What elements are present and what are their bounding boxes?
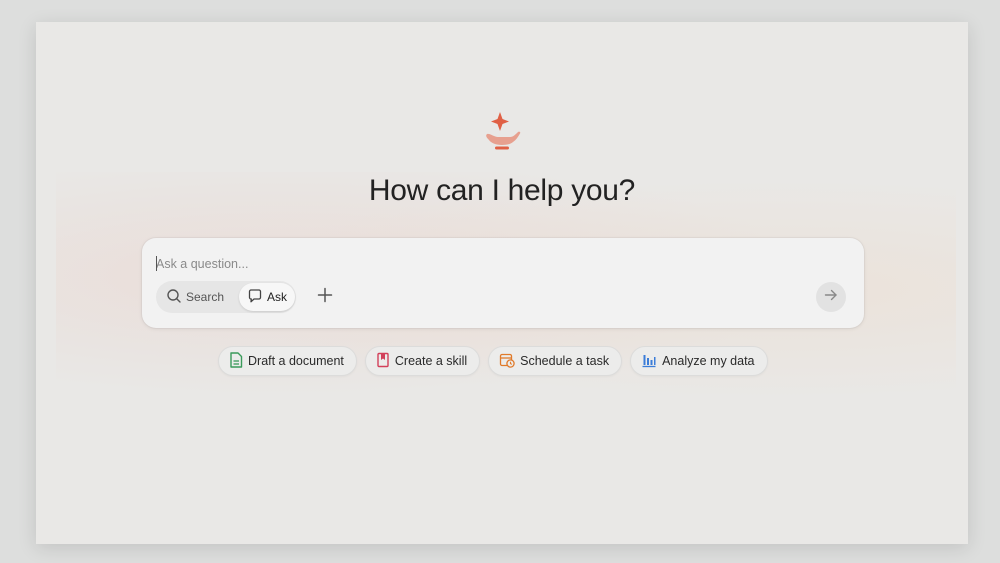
genie-lamp-logo-icon bbox=[478, 110, 526, 156]
search-mode-label: Search bbox=[186, 290, 225, 304]
schedule-task-chip[interactable]: Schedule a task bbox=[488, 346, 623, 376]
search-icon bbox=[166, 288, 182, 307]
send-button[interactable] bbox=[816, 282, 846, 312]
bar-chart-icon bbox=[641, 352, 657, 371]
composer: Search Ask bbox=[142, 238, 864, 328]
app-window: How can I help you? Search Ask bbox=[36, 22, 968, 544]
text-caret bbox=[156, 256, 157, 271]
create-skill-label: Create a skill bbox=[394, 354, 468, 368]
add-attachment-button[interactable] bbox=[314, 286, 336, 308]
ask-mode-button[interactable]: Ask bbox=[239, 283, 296, 311]
create-skill-chip[interactable]: Create a skill bbox=[364, 346, 481, 376]
ask-mode-label: Ask bbox=[267, 290, 288, 304]
mode-toggle: Search Ask bbox=[156, 281, 296, 313]
draft-document-label: Draft a document bbox=[248, 354, 344, 368]
search-mode-button[interactable]: Search bbox=[158, 283, 232, 311]
document-icon bbox=[229, 351, 243, 371]
analyze-data-chip[interactable]: Analyze my data bbox=[630, 346, 768, 376]
calendar-clock-icon bbox=[499, 352, 515, 371]
arrow-right-icon bbox=[823, 287, 839, 308]
suggestion-chips: Draft a document Create a skill Schedule… bbox=[218, 346, 768, 376]
plus-icon bbox=[317, 287, 333, 308]
draft-document-chip[interactable]: Draft a document bbox=[218, 346, 357, 376]
schedule-task-label: Schedule a task bbox=[520, 354, 610, 368]
analyze-data-label: Analyze my data bbox=[662, 354, 755, 368]
chat-bubble-icon bbox=[247, 288, 263, 307]
page-title: How can I help you? bbox=[368, 174, 636, 207]
bookmark-icon bbox=[376, 352, 390, 371]
question-input[interactable] bbox=[156, 254, 796, 274]
